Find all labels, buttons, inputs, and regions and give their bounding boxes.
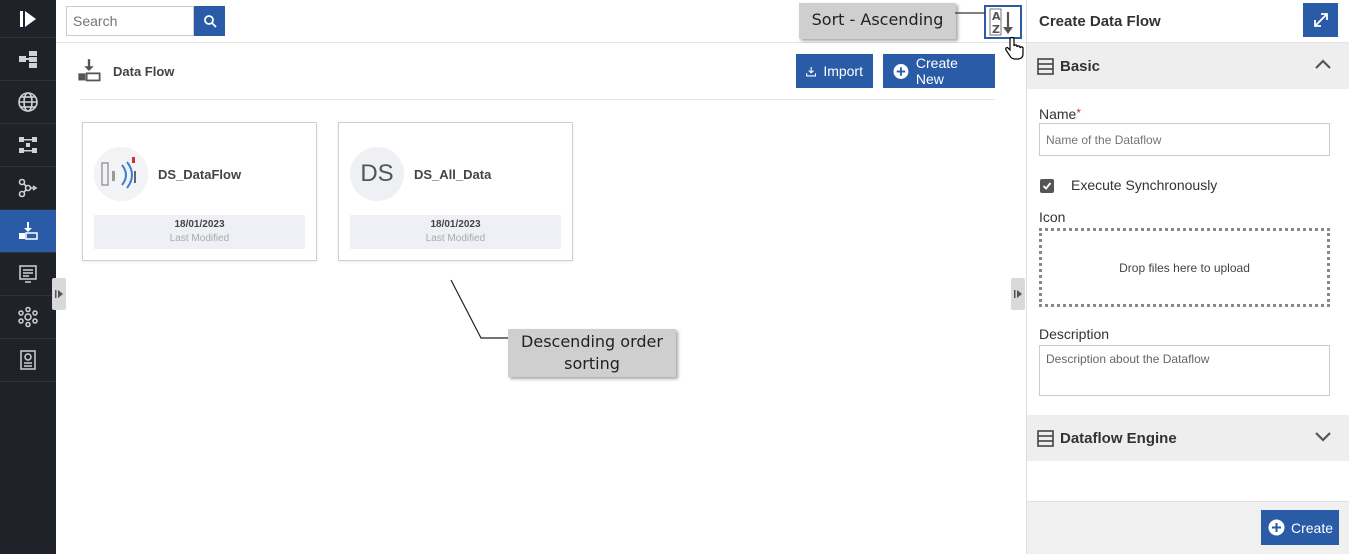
name-label: Name* — [1039, 106, 1081, 122]
import-label: Import — [823, 63, 863, 79]
collapse-arrow-icon — [55, 290, 63, 298]
card-name: DS_All_Data — [414, 167, 492, 182]
chevron-up-icon — [1315, 59, 1331, 69]
description-textarea[interactable]: Description about the Dataflow — [1039, 345, 1330, 396]
search-input[interactable] — [66, 6, 194, 36]
sort-button[interactable]: A Z — [984, 5, 1022, 39]
workflow-icon[interactable] — [0, 124, 56, 167]
plus-circle-icon — [1268, 519, 1285, 536]
card-meta: 18/01/2023 Last Modified — [350, 215, 561, 249]
collapse-arrow-icon — [1014, 290, 1022, 298]
panel-footer: Create — [1027, 501, 1349, 554]
card-initials-avatar: DS — [350, 147, 404, 201]
icon-label: Icon — [1039, 209, 1066, 225]
card-meta-label: Last Modified — [169, 233, 230, 244]
globe-icon[interactable] — [0, 81, 56, 124]
section-engine-title: Dataflow Engine — [1060, 429, 1177, 447]
page-title: Data Flow — [113, 64, 175, 79]
logo-icon[interactable] — [0, 0, 56, 38]
section-engine-header[interactable]: Dataflow Engine — [1027, 415, 1349, 461]
name-label-text: Name — [1039, 106, 1077, 122]
description-label: Description — [1039, 326, 1110, 342]
search-icon — [203, 15, 217, 28]
card-name: DS_DataFlow — [158, 167, 242, 182]
panel-header: Create Data Flow — [1027, 0, 1349, 43]
pipeline-icon[interactable] — [0, 167, 56, 210]
expand-icon — [1313, 13, 1328, 27]
execute-sync-label: Execute Synchronously — [1071, 177, 1218, 193]
report-icon[interactable] — [0, 253, 56, 296]
download-icon — [806, 66, 817, 77]
plus-circle-icon — [893, 63, 909, 79]
create-label: Create — [1291, 519, 1334, 536]
required-mark: * — [1076, 106, 1082, 120]
section-basic-header[interactable]: Basic — [1027, 43, 1349, 89]
description-placeholder: Description about the Dataflow — [1046, 352, 1210, 366]
dropzone-text: Drop files here to upload — [1119, 260, 1250, 275]
create-new-label: Create New — [915, 55, 958, 87]
document-settings-icon[interactable] — [0, 339, 56, 382]
card-date: 18/01/2023 — [174, 219, 225, 230]
annotation-pointer — [450, 279, 508, 339]
svg-text:A: A — [992, 10, 1001, 23]
right-collapse-handle[interactable] — [1011, 278, 1025, 310]
panel-title: Create Data Flow — [1039, 13, 1161, 30]
sort-tooltip: Sort - Ascending — [799, 3, 956, 39]
chevron-down-icon — [1315, 432, 1331, 442]
left-nav — [0, 0, 56, 554]
create-new-button[interactable]: Create New — [883, 54, 995, 88]
hierarchy-icon[interactable] — [0, 38, 56, 81]
dataflow-card[interactable]: DS DS_All_Data 18/01/2023 Last Modified — [338, 122, 573, 261]
data-flow-icon[interactable] — [0, 210, 56, 253]
page-header: Data Flow Import Create New — [78, 52, 995, 100]
sort-az-icon: A Z — [989, 8, 1013, 36]
card-thumbnail — [94, 147, 148, 201]
card-meta: 18/01/2023 Last Modified — [94, 215, 305, 249]
network-icon[interactable] — [0, 296, 56, 339]
create-dataflow-panel: Create Data Flow Basic Name* Execute Syn… — [1026, 0, 1349, 554]
annotation-callout: Descending order sorting — [508, 329, 676, 377]
name-input[interactable] — [1039, 123, 1330, 156]
card-date: 18/01/2023 — [430, 219, 481, 230]
section-icon — [1037, 57, 1054, 75]
icon-dropzone[interactable]: Drop files here to upload — [1039, 228, 1330, 307]
section-basic-title: Basic — [1060, 57, 1101, 75]
execute-sync-checkbox[interactable] — [1040, 179, 1054, 193]
dataflow-thumbnail-icon — [94, 147, 148, 201]
dataflow-card[interactable]: DS_DataFlow 18/01/2023 Last Modified — [82, 122, 317, 261]
import-button[interactable]: Import — [796, 54, 873, 88]
expand-button[interactable] — [1303, 3, 1338, 37]
data-flow-icon — [78, 59, 101, 82]
sort-tooltip-pointer — [955, 12, 985, 14]
card-meta-label: Last Modified — [425, 233, 486, 244]
section-icon — [1037, 429, 1054, 447]
create-button[interactable]: Create — [1261, 510, 1339, 545]
app-root: A Z Sort - Ascending Data Flow Import Cr… — [0, 0, 1349, 554]
basic-form: Name* Execute Synchronously Icon Drop fi… — [1027, 89, 1349, 415]
search-button[interactable] — [194, 6, 225, 36]
checkmark-icon — [1042, 182, 1052, 190]
cursor-hand-icon — [1005, 36, 1024, 60]
svg-text:Z: Z — [992, 23, 1000, 36]
left-collapse-handle[interactable] — [52, 278, 66, 310]
